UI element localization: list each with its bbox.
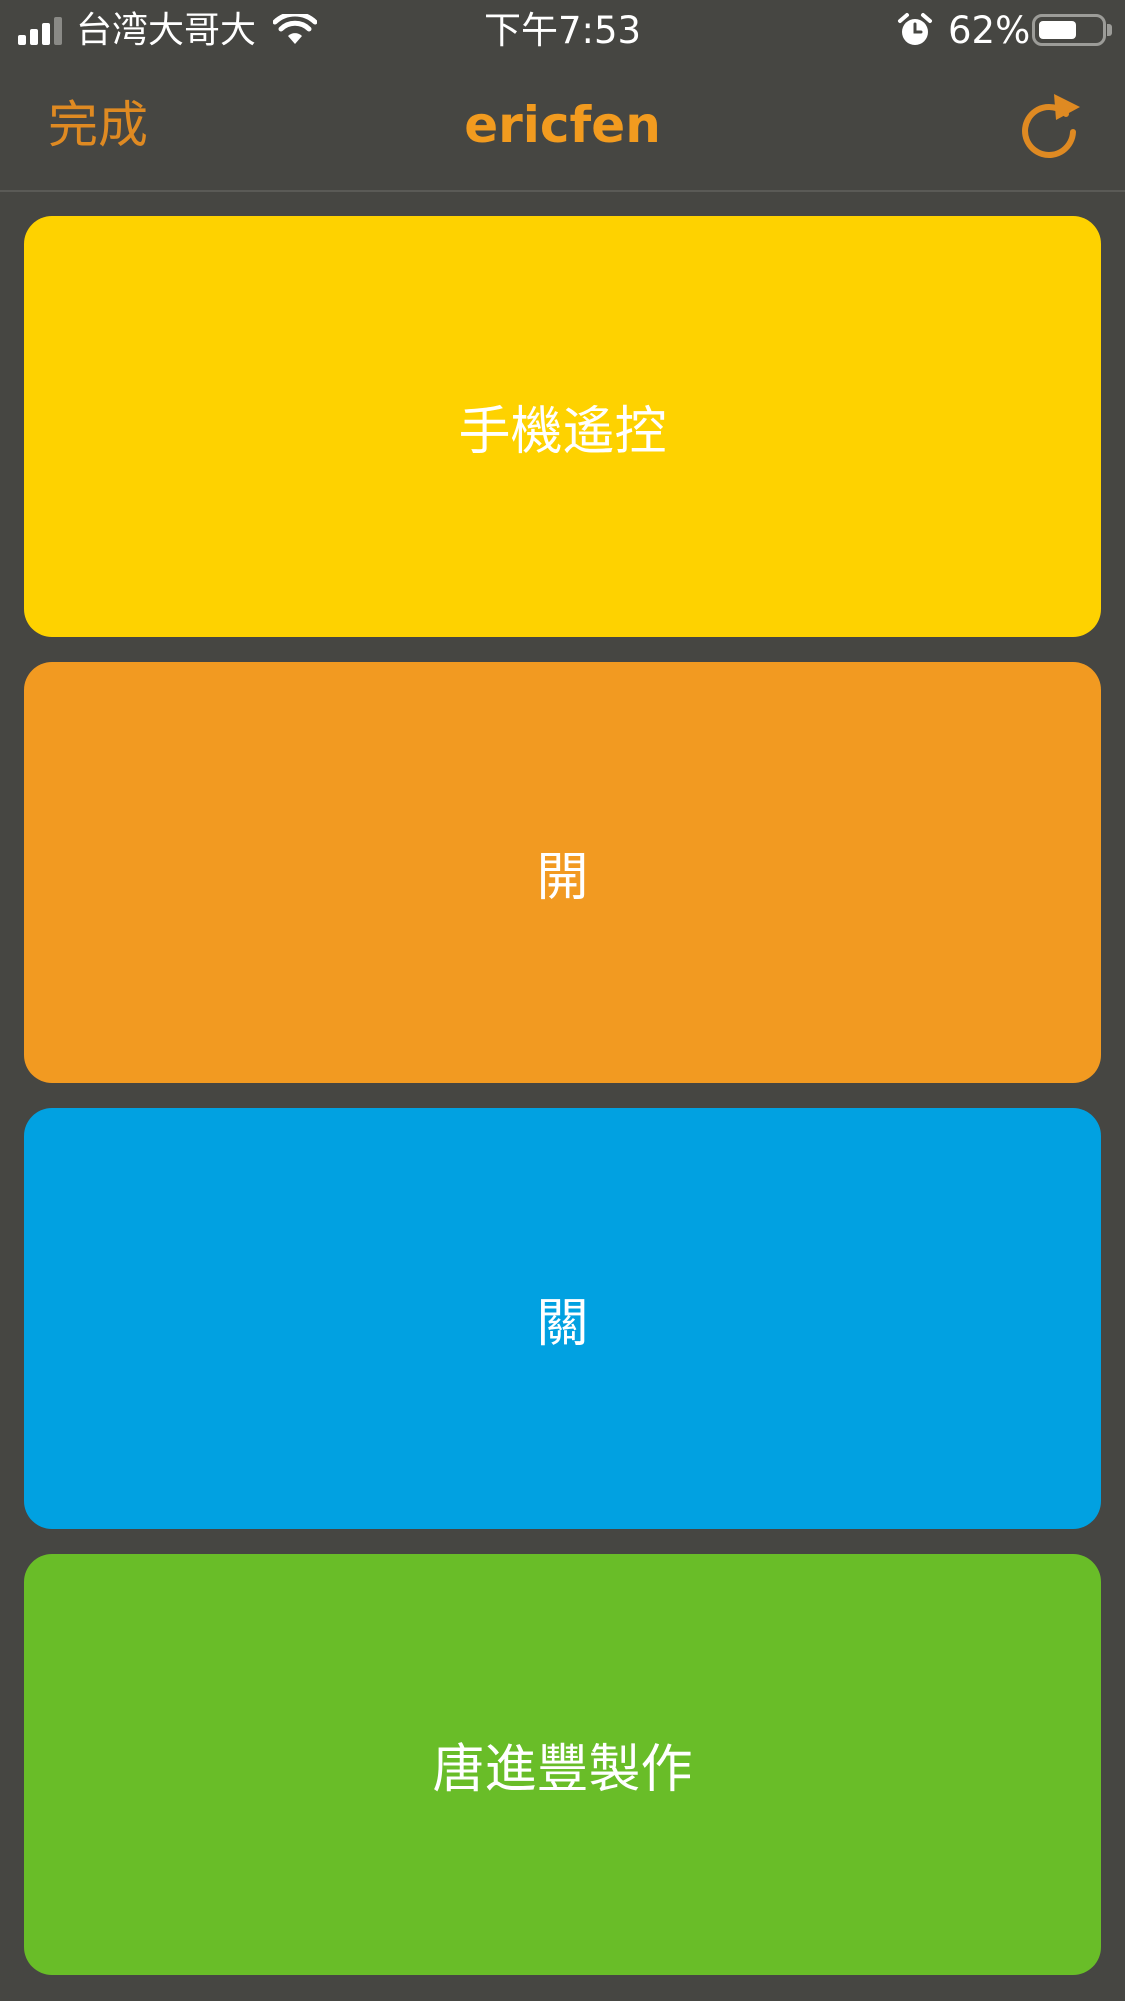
tile-label: 手機遙控 [458,402,667,462]
battery-nub [1107,24,1112,36]
alarm-icon [898,13,932,45]
page-title: ericfen [464,96,661,154]
tile-list: 手機遙控 開 關 唐進豐製作 [24,216,1101,2000]
refresh-icon[interactable] [1018,92,1082,158]
tile-remote-control[interactable]: 手機遙控 [24,216,1101,637]
navigation-bar: 完成 ericfen [0,62,1125,192]
tile-on-button[interactable]: 開 [24,662,1101,1083]
tile-label: 開 [536,848,589,908]
status-bar: 台湾大哥大 下午7:53 62% [0,0,1125,62]
tile-label: 關 [536,1294,589,1354]
battery-percent: 62% [948,9,1031,52]
tile-credits[interactable]: 唐進豐製作 [24,1554,1101,1975]
battery-icon [1032,14,1106,46]
battery-level [1039,21,1076,39]
tile-off-button[interactable]: 關 [24,1108,1101,1529]
tile-label: 唐進豐製作 [432,1740,693,1800]
